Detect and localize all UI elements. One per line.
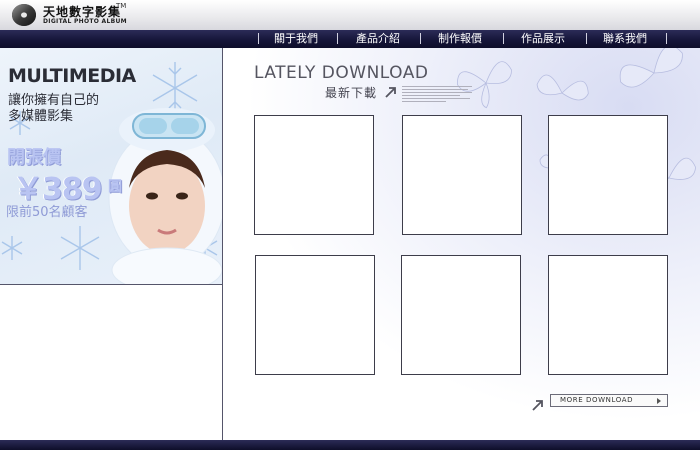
download-thumbnail[interactable] xyxy=(402,115,522,235)
promo-banner[interactable]: MULTIMEDIA 讓你擁有自己的 多媒體影集 開張價 ￥389 圓 限前50… xyxy=(0,48,222,285)
nav-divider xyxy=(666,33,667,44)
promo-title: MULTIMEDIA xyxy=(8,65,136,87)
play-triangle-icon xyxy=(657,398,661,404)
nav-divider xyxy=(586,33,587,44)
nav-item-products[interactable]: 產品介紹 xyxy=(356,32,400,46)
nav-divider xyxy=(420,33,421,44)
brand-tagline: DIGITAL PHOTO ALBUM xyxy=(43,18,127,25)
nav-item-pricing[interactable]: 制作報價 xyxy=(438,32,482,46)
disc-logo-icon[interactable] xyxy=(11,3,37,27)
more-download-label: MORE DOWNLOAD xyxy=(560,396,634,404)
nav-divider xyxy=(337,33,338,44)
download-thumbnail[interactable] xyxy=(255,255,375,375)
section-subheading: 最新下載 xyxy=(325,86,378,100)
nav-divider xyxy=(503,33,504,44)
download-thumbnail[interactable] xyxy=(548,115,668,235)
nav-divider xyxy=(258,33,259,44)
site-footer-bar xyxy=(0,440,700,450)
section-heading: LATELY DOWNLOAD xyxy=(254,63,429,83)
site-header: 天地數字影集 TM DIGITAL PHOTO ALBUM xyxy=(0,0,700,30)
promo-subtitle: 多媒體影集 xyxy=(8,109,74,124)
left-sidebar: MULTIMEDIA 讓你擁有自己的 多媒體影集 開張價 ￥389 圓 限前50… xyxy=(0,48,223,440)
decorative-text-block xyxy=(402,86,472,104)
trademark-mark: TM xyxy=(116,2,127,10)
arrow-up-right-icon xyxy=(532,400,543,411)
download-thumbnail[interactable] xyxy=(548,255,668,375)
main-content: LATELY DOWNLOAD 最新下載 MORE DOWNLOAD xyxy=(224,48,700,440)
main-nav: 關于我們 產品介紹 制作報價 作品展示 聯系我們 xyxy=(0,30,700,48)
nav-item-contact[interactable]: 聯系我們 xyxy=(603,32,647,46)
arrow-up-right-icon xyxy=(385,87,396,98)
download-thumbnail[interactable] xyxy=(401,255,521,375)
nav-item-about[interactable]: 關于我們 xyxy=(274,32,318,46)
nav-item-portfolio[interactable]: 作品展示 xyxy=(521,32,565,46)
butterfly-background xyxy=(224,48,700,440)
more-download-button[interactable]: MORE DOWNLOAD xyxy=(550,394,668,407)
download-thumbnail[interactable] xyxy=(254,115,374,235)
promo-limit-text: 限前50名顧客 xyxy=(6,205,88,220)
promo-price-unit: 圓 xyxy=(108,179,122,195)
